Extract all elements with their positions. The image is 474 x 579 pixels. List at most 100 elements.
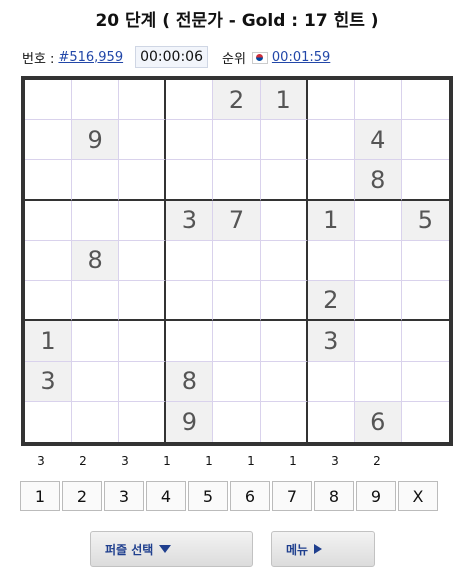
sudoku-cell[interactable]	[213, 240, 261, 282]
sudoku-cell[interactable]	[307, 80, 355, 121]
number-key-1[interactable]: 1	[20, 481, 60, 511]
sudoku-cell[interactable]: 8	[72, 240, 120, 282]
sudoku-cell[interactable]	[25, 200, 73, 241]
sudoku-cell[interactable]	[72, 361, 120, 402]
sudoku-cell[interactable]	[308, 401, 355, 442]
number-pad: 123456789X	[20, 481, 440, 511]
sudoku-cell[interactable]	[260, 361, 308, 402]
sudoku-cell[interactable]	[354, 361, 402, 402]
sudoku-cell[interactable]: 9	[166, 401, 214, 442]
sudoku-cell[interactable]	[25, 120, 73, 161]
sudoku-cell[interactable]	[401, 321, 449, 362]
sudoku-cell[interactable]	[119, 361, 167, 402]
sudoku-cell[interactable]: 2	[213, 80, 261, 121]
sudoku-cell[interactable]	[260, 160, 308, 201]
sudoku-cell[interactable]	[213, 160, 261, 201]
sudoku-cell[interactable]: 5	[401, 200, 449, 241]
sudoku-cell[interactable]	[119, 281, 167, 322]
sudoku-cell[interactable]	[25, 80, 73, 121]
number-key-6[interactable]: 6	[230, 481, 270, 511]
sudoku-cell[interactable]	[213, 361, 261, 402]
sudoku-cell[interactable]	[307, 160, 355, 201]
sudoku-cell[interactable]	[119, 321, 167, 362]
sudoku-cell[interactable]	[25, 281, 73, 322]
sudoku-cell[interactable]: 3	[307, 321, 355, 362]
sudoku-cell[interactable]	[72, 281, 120, 322]
sudoku-cell[interactable]	[213, 401, 261, 442]
sudoku-cell[interactable]	[166, 321, 214, 362]
sudoku-cell[interactable]	[72, 80, 120, 121]
sudoku-cell[interactable]	[119, 160, 167, 201]
number-key-8[interactable]: 8	[314, 481, 354, 511]
sudoku-cell[interactable]	[260, 200, 308, 241]
sudoku-cell[interactable]	[260, 321, 308, 362]
sudoku-cell[interactable]	[401, 160, 449, 201]
number-key-2[interactable]: 2	[62, 481, 102, 511]
number-key-5[interactable]: 5	[188, 481, 228, 511]
sudoku-cell[interactable]	[213, 321, 261, 362]
sudoku-cell[interactable]	[72, 321, 120, 362]
sudoku-cell[interactable]	[25, 401, 73, 442]
sudoku-cell[interactable]	[354, 80, 402, 121]
sudoku-cell[interactable]: 9	[72, 120, 120, 161]
menu-button[interactable]: 메뉴	[271, 531, 375, 567]
sudoku-cell[interactable]	[166, 281, 214, 322]
sudoku-cell[interactable]: 4	[354, 120, 402, 161]
number-key-3[interactable]: 3	[104, 481, 144, 511]
sudoku-cell[interactable]: 8	[354, 160, 402, 201]
sudoku-cell[interactable]	[25, 160, 73, 201]
sudoku-cell[interactable]	[307, 240, 355, 282]
sudoku-cell[interactable]: 1	[307, 200, 355, 241]
sudoku-cell[interactable]	[354, 321, 402, 362]
puzzle-select-label: 퍼즐 선택	[105, 542, 154, 557]
sudoku-cell[interactable]	[72, 160, 120, 201]
sudoku-cell[interactable]	[401, 241, 449, 282]
sudoku-cell[interactable]	[261, 401, 308, 442]
sudoku-cell[interactable]	[401, 80, 449, 121]
sudoku-cell[interactable]: 1	[260, 80, 308, 121]
sudoku-cell[interactable]	[25, 240, 73, 282]
sudoku-cell[interactable]: 7	[213, 200, 261, 241]
digit-count: 1	[163, 454, 171, 468]
sudoku-cell[interactable]	[307, 361, 355, 402]
sudoku-cell[interactable]	[260, 240, 308, 282]
triangle-right-icon	[314, 544, 323, 554]
sudoku-cell[interactable]	[354, 240, 402, 282]
erase-key[interactable]: X	[398, 481, 438, 511]
sudoku-cell[interactable]	[119, 80, 167, 121]
sudoku-cell[interactable]	[307, 120, 355, 161]
sudoku-cell[interactable]	[213, 120, 261, 161]
number-key-4[interactable]: 4	[146, 481, 186, 511]
rank-label: 순위	[221, 51, 246, 67]
sudoku-cell[interactable]: 2	[307, 281, 355, 322]
sudoku-cell[interactable]	[166, 240, 214, 282]
sudoku-cell[interactable]: 1	[25, 321, 73, 362]
sudoku-cell[interactable]	[166, 120, 214, 161]
sudoku-cell[interactable]	[401, 281, 449, 322]
sudoku-cell[interactable]	[119, 200, 167, 241]
sudoku-cell[interactable]	[260, 281, 308, 322]
sudoku-cell[interactable]	[402, 402, 449, 442]
sudoku-cell[interactable]: 3	[166, 200, 214, 241]
sudoku-cell[interactable]: 6	[354, 401, 402, 442]
sudoku-cell[interactable]	[260, 120, 308, 161]
sudoku-cell[interactable]	[166, 80, 214, 121]
sudoku-cell[interactable]	[72, 200, 120, 241]
number-key-7[interactable]: 7	[272, 481, 312, 511]
sudoku-cell[interactable]	[354, 200, 402, 241]
sudoku-cell[interactable]	[401, 120, 449, 161]
best-time-link[interactable]: 00:01:59	[272, 50, 330, 65]
sudoku-cell[interactable]	[401, 362, 449, 402]
puzzle-select-button[interactable]: 퍼즐 선택	[90, 531, 253, 567]
sudoku-cell[interactable]	[119, 240, 167, 282]
sudoku-cell[interactable]	[119, 401, 167, 442]
sudoku-cell[interactable]: 8	[166, 361, 214, 402]
sudoku-cell[interactable]	[213, 281, 261, 322]
puzzle-number-link[interactable]: #516,959	[58, 50, 123, 65]
sudoku-cell[interactable]	[354, 281, 402, 322]
sudoku-cell[interactable]	[166, 160, 214, 201]
sudoku-cell[interactable]	[119, 120, 167, 161]
sudoku-cell[interactable]: 3	[25, 361, 73, 402]
sudoku-cell[interactable]	[72, 401, 120, 442]
number-key-9[interactable]: 9	[356, 481, 396, 511]
